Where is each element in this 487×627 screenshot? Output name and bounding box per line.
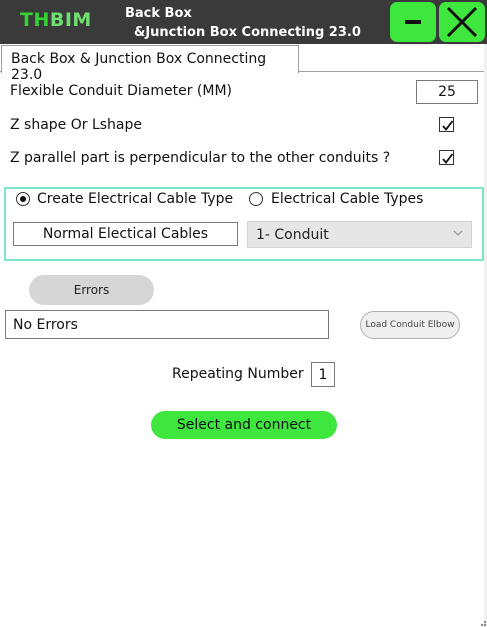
create-cable-type-radio[interactable] [16, 192, 30, 206]
electrical-cable-types-label[interactable]: Electrical Cable Types [271, 191, 423, 207]
diameter-input[interactable]: 25 [416, 80, 478, 104]
cable-name-input[interactable]: Normal Electical Cables [13, 222, 238, 246]
zshape-label: Z shape Or Lshape [10, 117, 143, 133]
close-icon [446, 6, 478, 38]
zshape-checkbox[interactable] [439, 117, 454, 132]
conduit-type-select[interactable]: 1- Conduit [247, 221, 472, 248]
window-title-line2: &Junction Box Connecting 23.0 [134, 25, 361, 40]
title-bar: THBIM Back Box &Junction Box Connecting … [0, 0, 487, 44]
electrical-cable-types-radio[interactable] [249, 192, 263, 206]
check-icon [442, 120, 454, 131]
errors-output[interactable]: No Errors [5, 310, 329, 339]
chevron-down-icon [453, 230, 463, 236]
zparallel-label: Z parallel part is perpendicular to the … [10, 150, 391, 166]
app-logo: THBIM [20, 9, 92, 31]
check-icon [442, 153, 454, 164]
load-conduit-elbow-button[interactable]: Load Conduit Elbow [360, 311, 460, 339]
tab-back-box[interactable]: Back Box & Junction Box Connecting 23.0 [1, 45, 299, 83]
create-cable-type-label[interactable]: Create Electrical Cable Type [37, 191, 233, 207]
minimize-button[interactable] [390, 2, 436, 42]
minimize-icon [405, 20, 421, 24]
select-and-connect-button[interactable]: Select and connect [151, 411, 337, 439]
errors-button[interactable]: Errors [29, 275, 154, 305]
repeating-number-label: Repeating Number [172, 366, 304, 382]
zparallel-checkbox[interactable] [439, 150, 454, 165]
diameter-label: Flexible Conduit Diameter (MM) [10, 83, 233, 99]
close-button[interactable] [439, 2, 485, 42]
radio-selected-dot [20, 196, 26, 202]
window-title-line1: Back Box [125, 6, 192, 21]
conduit-type-selected: 1- Conduit [256, 227, 329, 243]
repeating-number-input[interactable]: 1 [311, 362, 335, 387]
resize-grip-icon[interactable] [479, 619, 487, 627]
